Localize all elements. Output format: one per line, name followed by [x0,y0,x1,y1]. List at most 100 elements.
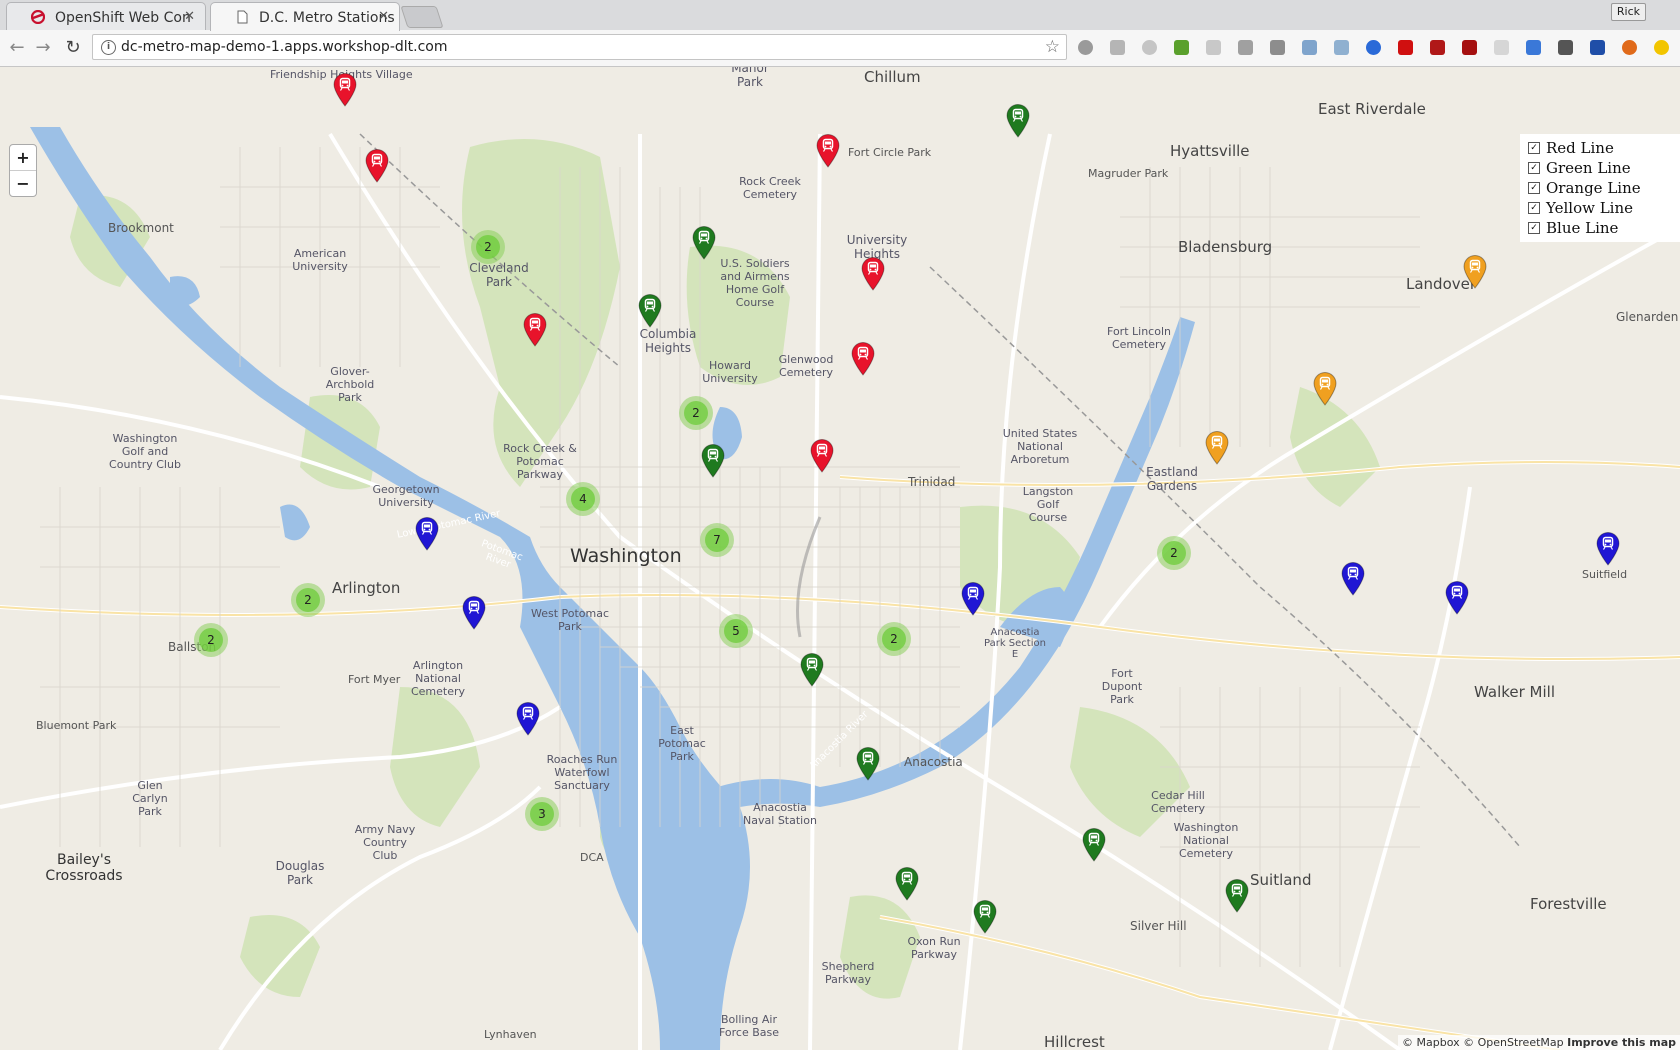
station-cluster[interactable]: 2 [1157,536,1191,570]
station-cluster[interactable]: 2 [471,230,505,264]
extension-icon[interactable] [1174,40,1189,55]
tab-metro-stations[interactable]: D.C. Metro Stations ✕ [210,2,400,31]
osm-credit[interactable]: © OpenStreetMap [1463,1036,1564,1049]
station-cluster[interactable]: 3 [525,797,559,831]
map-label: Hillcrest [1044,1033,1105,1050]
mapbox-credit[interactable]: © Mapbox [1402,1036,1460,1049]
extension-icon[interactable] [1270,40,1285,55]
tab-openshift[interactable]: OpenShift Web Con ✕ [6,2,206,30]
layer-green-line[interactable]: ✓ Green Line [1528,158,1680,178]
map-label: West Potomac Park [530,607,610,633]
station-marker-green[interactable] [856,747,880,781]
map-label: Hyattsville [1170,142,1250,160]
station-marker-orange[interactable] [1463,255,1487,289]
station-marker-green[interactable] [692,226,716,260]
map-label: Washington National Cemetery [1173,821,1239,860]
metro-train-icon [810,439,834,473]
map-canvas[interactable]: Friendship Heights Village Brookmont Ame… [0,67,1680,1050]
profile-button[interactable]: Rick [1610,3,1646,21]
flash-icon[interactable] [1398,40,1413,55]
extension-icon[interactable] [1366,40,1381,55]
station-marker-orange[interactable] [1313,372,1337,406]
station-marker-blue[interactable] [1445,581,1469,615]
extension-icon[interactable] [1526,40,1541,55]
metro-train-icon [1596,532,1620,566]
station-marker-blue[interactable] [1596,532,1620,566]
station-cluster[interactable]: 7 [700,523,734,557]
station-cluster[interactable]: 2 [194,623,228,657]
station-cluster[interactable]: 5 [719,614,753,648]
station-marker-green[interactable] [701,444,725,478]
station-marker-blue[interactable] [961,582,985,616]
station-cluster[interactable]: 2 [877,622,911,656]
extension-icon[interactable] [1622,40,1637,55]
layer-yellow-line[interactable]: ✓ Yellow Line [1528,198,1680,218]
station-marker-green[interactable] [638,294,662,328]
layer-red-line[interactable]: ✓ Red Line [1528,138,1680,158]
station-marker-green[interactable] [973,900,997,934]
extension-icon[interactable] [1110,40,1125,55]
station-marker-green[interactable] [1006,104,1030,138]
extension-icon[interactable] [1078,40,1093,55]
extension-icon[interactable] [1302,40,1317,55]
shield-icon[interactable] [1558,40,1573,55]
flash-icon[interactable] [1430,40,1445,55]
station-cluster[interactable]: 2 [291,583,325,617]
station-marker-red[interactable] [861,257,885,291]
station-marker-green[interactable] [1082,828,1106,862]
layer-orange-line[interactable]: ✓ Orange Line [1528,178,1680,198]
extension-icon[interactable] [1142,40,1157,55]
station-marker-blue[interactable] [516,702,540,736]
station-marker-green[interactable] [895,867,919,901]
checkbox[interactable]: ✓ [1528,222,1540,234]
address-bar[interactable]: i dc-metro-map-demo-1.apps.workshop-dlt.… [92,34,1067,60]
station-cluster[interactable]: 2 [679,396,713,430]
metro-train-icon [516,702,540,736]
search-icon[interactable] [1590,40,1605,55]
extension-icon[interactable] [1238,40,1253,55]
station-marker-green[interactable] [1225,879,1249,913]
station-marker-blue[interactable] [1341,562,1365,596]
extension-icon[interactable] [1494,40,1509,55]
station-marker-red[interactable] [333,73,357,107]
pdf-icon[interactable] [1462,40,1477,55]
reload-icon[interactable]: ↻ [62,38,84,58]
improve-map-link[interactable]: Improve this map [1567,1036,1676,1049]
zoom-out-button[interactable]: − [10,170,36,196]
checkbox[interactable]: ✓ [1528,162,1540,174]
station-marker-blue[interactable] [462,596,486,630]
layer-blue-line[interactable]: ✓ Blue Line [1528,218,1680,238]
cluster-count: 2 [684,401,708,425]
warning-icon[interactable] [1654,40,1669,55]
tab-close-icon[interactable]: ✕ [184,9,195,24]
extension-icon[interactable] [1334,40,1349,55]
info-icon[interactable]: i [101,40,116,55]
browser-toolbar: ← → ↻ i dc-metro-map-demo-1.apps.worksho… [0,30,1680,67]
map-label: Chillum [864,68,921,86]
station-marker-green[interactable] [800,653,824,687]
station-marker-orange[interactable] [1205,431,1229,465]
metro-train-icon [973,900,997,934]
map-label: Glover-Archbold Park [325,365,375,404]
forward-arrow-icon[interactable]: → [32,38,54,58]
map-label: Cleveland Park [469,261,529,289]
layer-label: Green Line [1546,159,1631,177]
station-marker-blue[interactable] [415,517,439,551]
extension-icon[interactable] [1206,40,1221,55]
tab-close-icon[interactable]: ✕ [378,9,389,24]
station-marker-red[interactable] [810,439,834,473]
station-marker-red[interactable] [816,134,840,168]
station-cluster[interactable]: 4 [566,482,600,516]
map-label: Washington [570,545,682,567]
checkbox[interactable]: ✓ [1528,142,1540,154]
station-marker-red[interactable] [851,342,875,376]
bookmark-star-icon[interactable]: ☆ [1045,37,1060,57]
station-marker-red[interactable] [523,313,547,347]
back-arrow-icon[interactable]: ← [6,38,28,58]
checkbox[interactable]: ✓ [1528,202,1540,214]
checkbox[interactable]: ✓ [1528,182,1540,194]
map-label: Fort Myer [348,673,401,686]
station-marker-red[interactable] [365,149,389,183]
zoom-in-button[interactable]: + [10,145,36,170]
new-tab-button[interactable] [400,6,444,28]
